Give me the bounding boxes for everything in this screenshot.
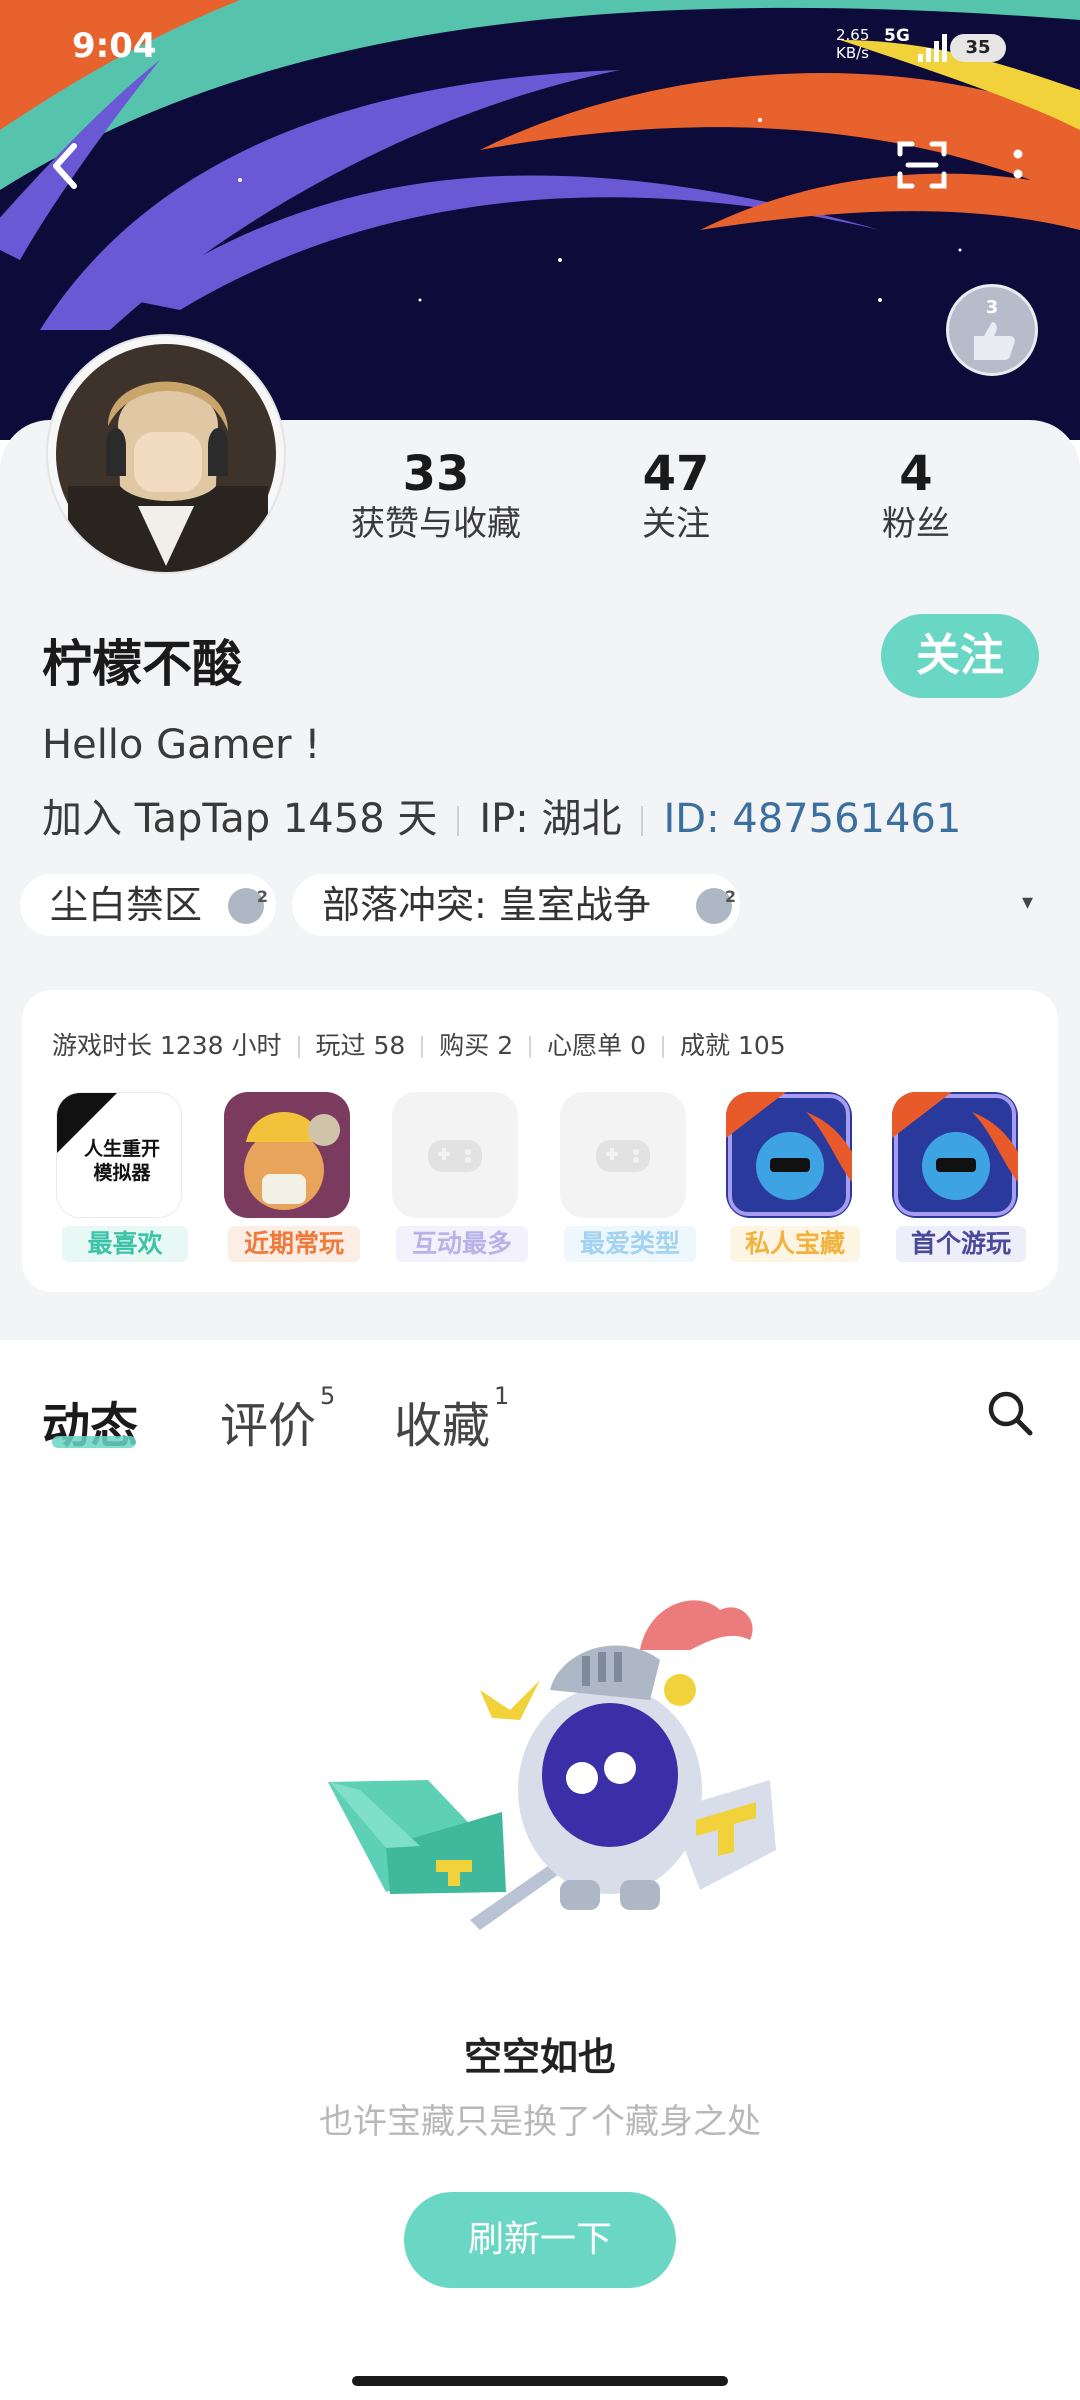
status-time: 9:04 — [72, 26, 157, 66]
scan-icon[interactable] — [896, 138, 948, 190]
game-label-first: 首个游玩 — [896, 1226, 1026, 1262]
game-label-favorite: 最喜欢 — [62, 1226, 188, 1262]
game-card-first[interactable] — [892, 1092, 1018, 1218]
badge-icon: 2 — [228, 887, 268, 924]
expand-caret-icon[interactable]: ▾ — [1022, 890, 1033, 915]
tab-collections[interactable]: 收藏1 — [394, 1382, 509, 1456]
user-id[interactable]: ID: 487561461 — [663, 796, 961, 842]
divider — [297, 1036, 300, 1058]
divider — [662, 1036, 665, 1058]
avatar-image — [56, 344, 276, 572]
home-indicator[interactable] — [352, 2376, 728, 2386]
follow-button[interactable]: 关注 — [881, 614, 1039, 698]
user-bio: Hello Gamer ! — [42, 722, 321, 768]
game-card-favorite[interactable]: 人生重开 模拟器 — [56, 1092, 182, 1218]
game-tag-2[interactable]: 部落冲突: 皇室战争 2 — [292, 874, 740, 936]
avatar[interactable] — [48, 336, 284, 572]
refresh-button[interactable]: 刷新一下 — [404, 2192, 676, 2288]
game-card-recent[interactable] — [224, 1092, 350, 1218]
divider — [421, 1036, 424, 1058]
gamepad-icon — [596, 1140, 650, 1172]
search-icon[interactable] — [985, 1388, 1035, 1438]
divider — [457, 806, 460, 836]
stat-likes[interactable]: 33 获赞与收藏 — [326, 446, 546, 546]
user-name: 柠檬不酸 — [42, 635, 242, 693]
game-label-interactive: 互动最多 — [396, 1226, 528, 1262]
game-stats-line: 游戏时长 1238 小时 玩过 58 购买 2 心愿单 0 成就 105 — [52, 1031, 786, 1060]
status-speed: 2.65 KB/s — [836, 26, 870, 62]
join-duration: 加入 TapTap 1458 天 — [42, 796, 438, 842]
game-thumb — [726, 1092, 852, 1218]
empty-title: 空空如也 — [463, 2035, 616, 2079]
achievement-medal[interactable]: 3 — [946, 284, 1038, 376]
thumbs-up-icon — [974, 322, 1015, 360]
game-card-interactive[interactable] — [392, 1092, 518, 1218]
game-thumb — [224, 1092, 350, 1218]
game-label-recent: 近期常玩 — [228, 1226, 360, 1262]
game-card-treasure[interactable] — [726, 1092, 852, 1218]
divider — [529, 1036, 532, 1058]
stat-followers[interactable]: 4 粉丝 — [836, 446, 996, 546]
signal-icon — [918, 34, 947, 62]
user-meta: 加入 TapTap 1458 天 IP: 湖北 ID: 487561461 — [42, 786, 961, 844]
game-thumb — [892, 1092, 1018, 1218]
network-type: 5G — [884, 26, 910, 46]
more-icon[interactable] — [1008, 146, 1028, 186]
gamepad-icon — [428, 1140, 482, 1172]
game-tag-1[interactable]: 尘白禁区 2 — [20, 874, 276, 936]
tab-reviews[interactable]: 评价5 — [220, 1382, 335, 1456]
empty-knight-illustration — [328, 1600, 776, 1930]
game-thumb-text: 人生重开 模拟器 — [83, 1138, 160, 1184]
back-arrow-icon[interactable] — [44, 138, 88, 194]
ip-location: IP: 湖北 — [479, 796, 622, 842]
stat-following[interactable]: 47 关注 — [596, 446, 756, 546]
game-card-type[interactable] — [560, 1092, 686, 1218]
game-label-treasure: 私人宝藏 — [730, 1226, 860, 1262]
game-label-type: 最爱类型 — [564, 1226, 696, 1262]
badge-icon: 2 — [696, 887, 736, 924]
battery-indicator: 35 — [950, 34, 1006, 62]
divider — [641, 806, 644, 836]
active-tab-indicator — [52, 1436, 136, 1448]
empty-subtitle: 也许宝藏只是换了个藏身之处 — [319, 2102, 761, 2142]
